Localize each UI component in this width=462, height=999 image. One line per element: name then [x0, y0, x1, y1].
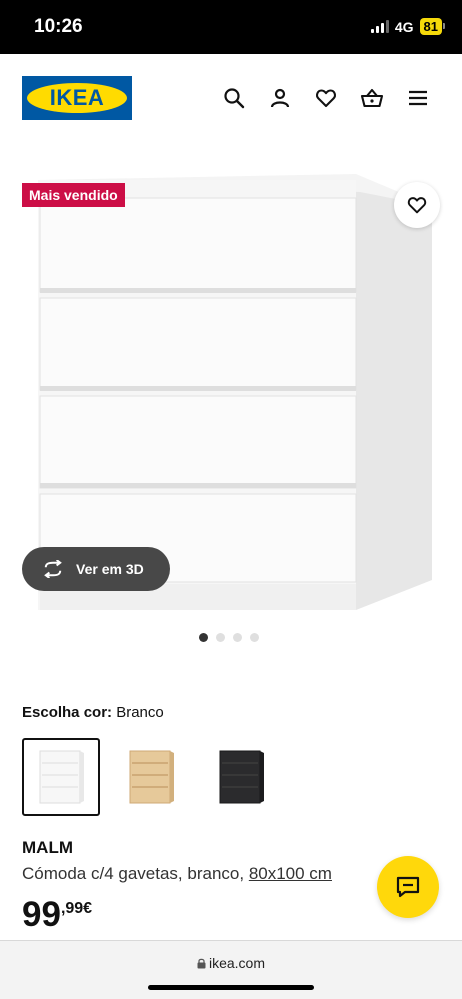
- carousel-dot[interactable]: [199, 633, 208, 642]
- price-integer: 99: [22, 895, 61, 934]
- white-dresser-thumbnail: [39, 750, 84, 804]
- product-price: 99 ,99€: [22, 896, 92, 934]
- menu-icon[interactable]: [406, 86, 430, 110]
- chat-icon: [396, 876, 420, 898]
- product-description: Cómoda c/4 gavetas, branco, 80x100 cm: [22, 864, 332, 884]
- status-time: 10:26: [34, 16, 83, 37]
- search-icon[interactable]: [222, 86, 246, 110]
- carousel-dot[interactable]: [233, 633, 242, 642]
- add-to-favorites-button[interactable]: [394, 182, 440, 228]
- view-3d-button[interactable]: Ver em 3D: [22, 547, 170, 591]
- swatch-white[interactable]: [22, 738, 100, 816]
- color-choice-title: Escolha cor:: [22, 704, 113, 721]
- url-text: ikea.com: [208, 955, 266, 971]
- site-header: IKEA: [0, 54, 462, 144]
- ikea-logo[interactable]: IKEA: [22, 76, 132, 120]
- header-actions: [222, 86, 430, 110]
- rotate-3d-icon: [44, 560, 62, 578]
- status-indicators: 4G 81: [370, 18, 446, 35]
- price-decimal: ,99€: [60, 900, 93, 917]
- battery-icon: 81: [419, 18, 446, 35]
- product-size-link[interactable]: 80x100 cm: [249, 864, 332, 883]
- carousel-indicator: [199, 633, 259, 642]
- bestseller-badge: Mais vendido: [22, 183, 125, 207]
- heart-icon: [407, 197, 427, 214]
- carousel-dot[interactable]: [216, 633, 225, 642]
- carousel-dot[interactable]: [250, 633, 259, 642]
- color-choice-value: Branco: [116, 704, 164, 721]
- network-type: 4G: [394, 18, 414, 35]
- browser-url-bar[interactable]: ikea.com: [0, 940, 462, 999]
- logo-text: IKEA: [49, 85, 105, 110]
- black-dresser-thumbnail: [219, 750, 264, 804]
- swatch-black[interactable]: [202, 738, 280, 816]
- home-indicator: [148, 985, 314, 990]
- oak-dresser-thumbnail: [129, 750, 174, 804]
- view-3d-label: Ver em 3D: [76, 561, 144, 577]
- color-swatches: [22, 738, 280, 816]
- heart-icon[interactable]: [314, 86, 338, 110]
- chat-button[interactable]: [377, 856, 439, 918]
- product-name: MALM: [22, 838, 73, 857]
- signal-icon: [370, 20, 389, 33]
- swatch-oak[interactable]: [112, 738, 190, 816]
- status-bar: 10:26 4G 81: [0, 0, 462, 54]
- cart-icon[interactable]: [360, 86, 384, 110]
- account-icon[interactable]: [268, 86, 292, 110]
- product-description-text: Cómoda c/4 gavetas, branco,: [22, 864, 245, 883]
- lock-icon: [197, 958, 206, 969]
- color-choice-label: Escolha cor: Branco: [22, 704, 164, 721]
- url-display[interactable]: ikea.com: [0, 955, 462, 971]
